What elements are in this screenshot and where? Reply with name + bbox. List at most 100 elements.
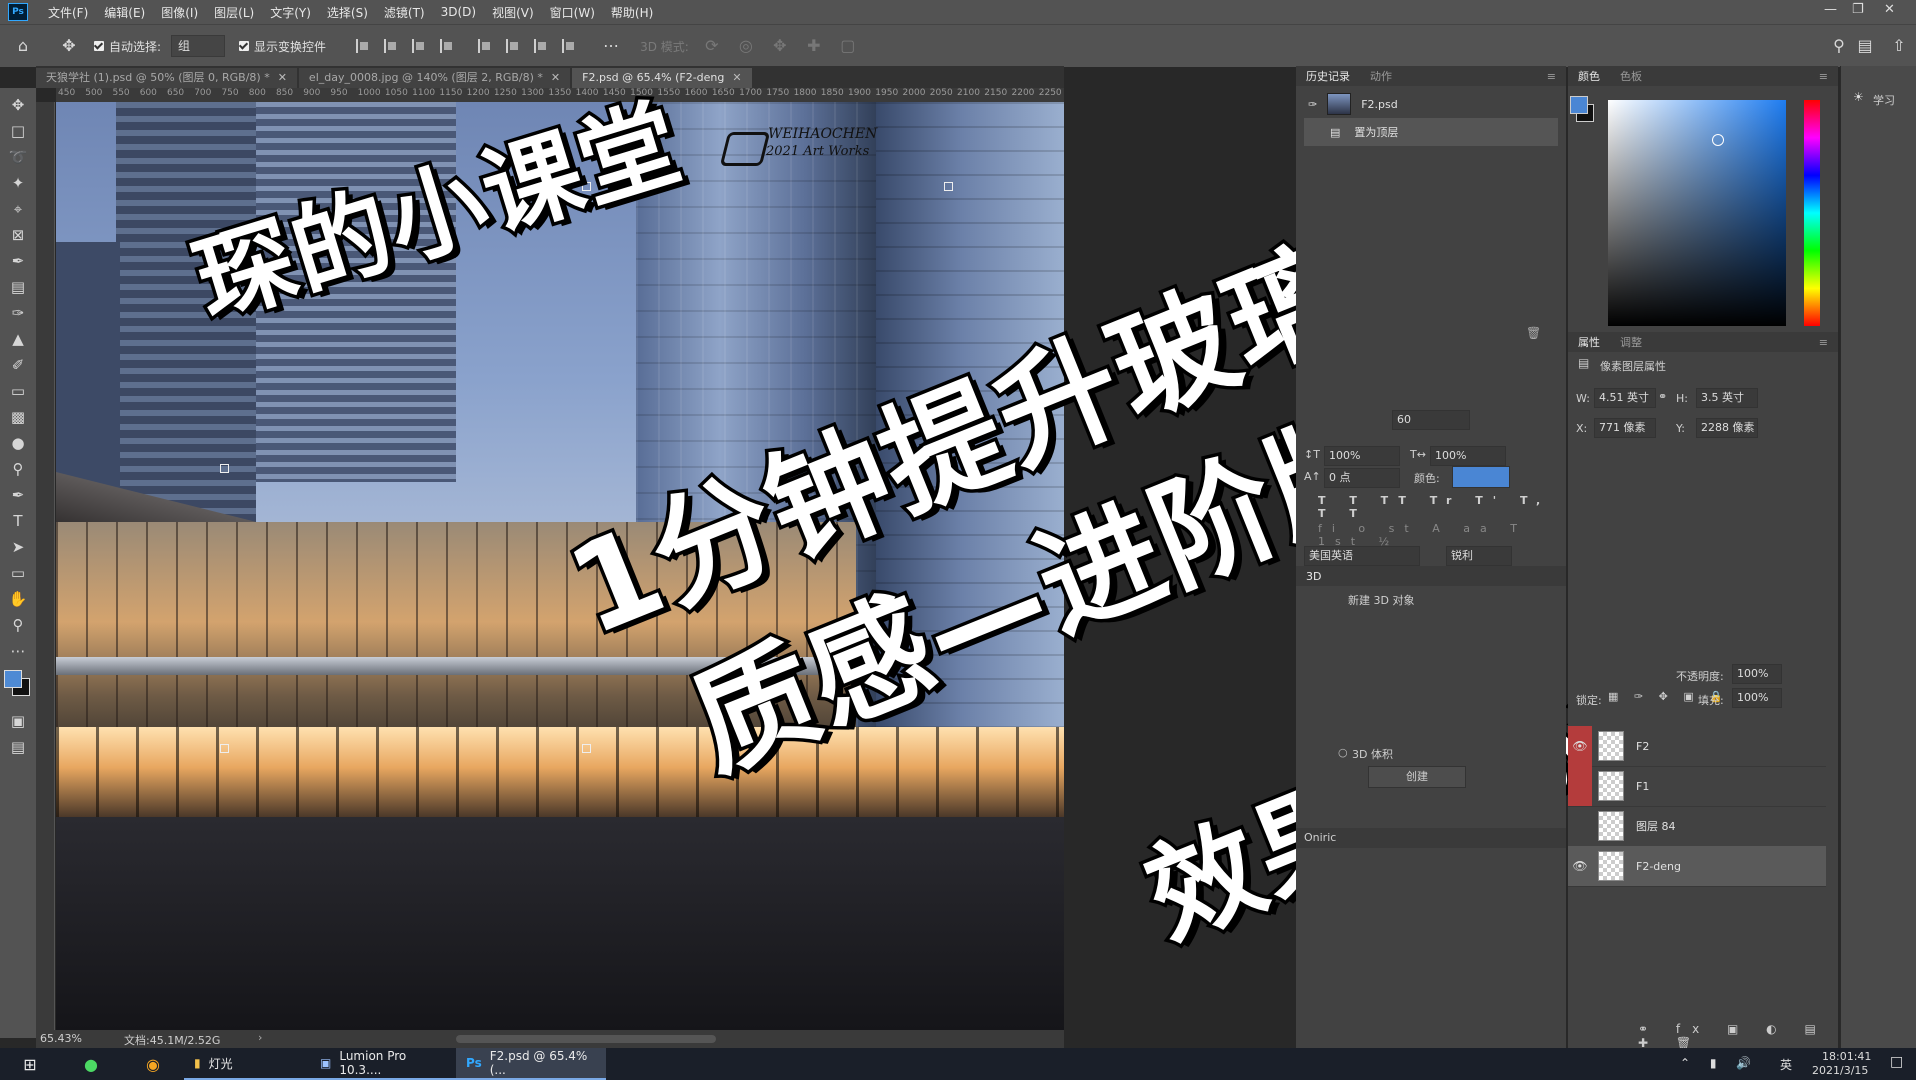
eyedropper-icon[interactable]: ✒	[0, 248, 36, 274]
move-tool-icon[interactable]: ✥	[58, 35, 80, 57]
horizontal-scale-field[interactable]: 100%	[1430, 446, 1506, 466]
workspace-icon[interactable]: ▤	[1854, 35, 1876, 57]
search-icon[interactable]: ⚲	[1828, 35, 1850, 57]
menu-view[interactable]: 视图(V)	[492, 4, 534, 21]
menu-select[interactable]: 选择(S)	[327, 4, 368, 21]
trash-icon[interactable]: 🗑	[1526, 326, 1541, 340]
history-step[interactable]: ▤ 置为顶层	[1304, 118, 1558, 146]
layer-row[interactable]: F1	[1568, 766, 1826, 807]
transform-handle[interactable]	[220, 464, 229, 473]
move-tool-icon[interactable]: ✥	[0, 92, 36, 118]
frame-tool-icon[interactable]: ⊠	[0, 222, 36, 248]
close-tab-icon[interactable]: ✕	[278, 71, 287, 84]
tab-adjustments[interactable]: 调整	[1610, 334, 1652, 350]
share-icon[interactable]: ⇧	[1888, 35, 1910, 57]
menu-type[interactable]: 文字(Y)	[270, 4, 311, 21]
menu-file[interactable]: 文件(F)	[48, 4, 88, 21]
text-style-buttons[interactable]: T T TT Tr T' T, T T	[1318, 494, 1566, 520]
menu-help[interactable]: 帮助(H)	[611, 4, 653, 21]
transform-handle[interactable]	[582, 744, 591, 753]
opacity-field[interactable]: 100%	[1732, 664, 1782, 684]
learn-label[interactable]: 学习	[1873, 92, 1895, 108]
auto-select-dropdown[interactable]: 组	[171, 35, 226, 57]
crop-tool-icon[interactable]: ⌖	[0, 196, 36, 222]
language-dropdown[interactable]: 美国英语	[1304, 546, 1420, 566]
marquee-tool-icon[interactable]: □	[0, 118, 36, 144]
transform-handle[interactable]	[944, 182, 953, 191]
foreground-color-swatch[interactable]	[1570, 96, 1588, 114]
history-brush-icon[interactable]: ✐	[0, 352, 36, 378]
blur-tool-icon[interactable]: ●	[0, 430, 36, 456]
vertical-scale-field[interactable]: 100%	[1324, 446, 1400, 466]
horizontal-scrollbar[interactable]	[456, 1035, 716, 1043]
zoom-tool-icon[interactable]: ⚲	[0, 612, 36, 638]
layer-row-selected[interactable]: 👁 F2-deng	[1568, 846, 1826, 887]
align-bottom-icon[interactable]	[534, 39, 550, 53]
tab-document-1[interactable]: 天狼学社 (1).psd @ 50% (图层 0, RGB/8) * ✕	[36, 68, 297, 88]
tab-oniric[interactable]: Oniric	[1304, 831, 1336, 844]
minimize-icon[interactable]: —	[1824, 2, 1837, 17]
stamp-tool-icon[interactable]: ▲	[0, 326, 36, 352]
3d-volume-radio[interactable]: ○	[1338, 746, 1348, 759]
panel-menu-icon[interactable]: ≡	[1537, 70, 1566, 83]
menu-image[interactable]: 图像(I)	[161, 4, 198, 21]
align-top-icon[interactable]	[478, 39, 494, 53]
baseline-shift-field[interactable]: 0 点	[1324, 468, 1400, 488]
show-transform-checkbox[interactable]: 显示变换控件	[239, 38, 326, 55]
align-left-icon[interactable]	[356, 39, 372, 53]
text-color-swatch[interactable]	[1452, 466, 1510, 488]
pen-tool-icon[interactable]: ✒	[0, 482, 36, 508]
close-tab-icon[interactable]: ✕	[732, 71, 741, 84]
taskbar-photoshop[interactable]: Ps F2.psd @ 65.4% (...	[456, 1048, 606, 1080]
photoshop-logo-icon[interactable]: Ps	[8, 3, 28, 21]
visibility-eye-icon[interactable]: 👁	[1568, 859, 1592, 873]
browser-icon[interactable]: ◉	[122, 1048, 184, 1080]
taskbar-lumion[interactable]: ▣ Lumion Pro 10.3....	[310, 1048, 456, 1080]
fill-field[interactable]: 100%	[1732, 688, 1782, 708]
panel-menu-icon[interactable]: ≡	[1809, 336, 1838, 349]
close-tab-icon[interactable]: ✕	[551, 71, 560, 84]
x-field[interactable]: 771 像素	[1594, 418, 1656, 438]
more-tools-icon[interactable]: ⋯	[0, 638, 36, 664]
quick-mask-icon[interactable]: ▣	[0, 708, 36, 734]
clock-date[interactable]: 2021/3/15	[1812, 1064, 1868, 1077]
home-icon[interactable]: ⌂	[12, 35, 34, 57]
visibility-eye-icon[interactable]: 👁	[1568, 726, 1592, 766]
notifications-icon[interactable]: □	[1890, 1054, 1903, 1070]
taskbar-folder[interactable]: ▮ 灯光	[184, 1048, 310, 1080]
menu-filter[interactable]: 滤镜(T)	[384, 4, 425, 21]
panel-menu-icon[interactable]: ≡	[1809, 70, 1838, 83]
tab-actions[interactable]: 动作	[1360, 68, 1402, 84]
color-picker-cursor[interactable]	[1712, 134, 1724, 146]
distribute-icon[interactable]	[440, 39, 456, 53]
menu-window[interactable]: 窗口(W)	[550, 4, 595, 21]
status-chevron-icon[interactable]: ›	[258, 1031, 262, 1044]
dodge-tool-icon[interactable]: ⚲	[0, 456, 36, 482]
hand-tool-icon[interactable]: ✋	[0, 586, 36, 612]
y-field[interactable]: 2288 像素	[1696, 418, 1758, 438]
opentype-buttons[interactable]: fi o st A aa T 1st ½	[1318, 522, 1566, 548]
lightbulb-icon[interactable]: ☀	[1853, 90, 1864, 104]
restore-icon[interactable]: ❐	[1852, 2, 1864, 17]
clock-time[interactable]: 18:01:41	[1822, 1050, 1871, 1063]
type-tool-icon[interactable]: T	[0, 508, 36, 534]
tracking-field[interactable]: 60	[1392, 410, 1470, 430]
width-field[interactable]: 4.51 英寸	[1594, 388, 1656, 408]
link-dimensions-icon[interactable]: ⚭	[1658, 390, 1667, 403]
tab-3d[interactable]: 3D	[1296, 570, 1331, 583]
history-snapshot[interactable]: ✑ F2.psd	[1296, 90, 1566, 118]
path-select-icon[interactable]: ➤	[0, 534, 36, 560]
ime-indicator[interactable]: 英	[1780, 1056, 1792, 1073]
align-middle-icon[interactable]	[506, 39, 522, 53]
auto-select-checkbox[interactable]: 自动选择:	[94, 38, 161, 55]
eraser-icon[interactable]: ▭	[0, 378, 36, 404]
menu-edit[interactable]: 编辑(E)	[104, 4, 145, 21]
align-center-icon[interactable]	[384, 39, 400, 53]
antialias-dropdown[interactable]: 锐利	[1446, 546, 1512, 566]
zoom-level[interactable]: 65.43%	[40, 1032, 82, 1045]
brush-tool-icon[interactable]: ✑	[0, 300, 36, 326]
foreground-color-swatch[interactable]	[4, 670, 22, 688]
color-swatches[interactable]	[0, 664, 36, 708]
tab-properties[interactable]: 属性	[1568, 334, 1610, 350]
lasso-tool-icon[interactable]: ➰	[0, 144, 36, 170]
